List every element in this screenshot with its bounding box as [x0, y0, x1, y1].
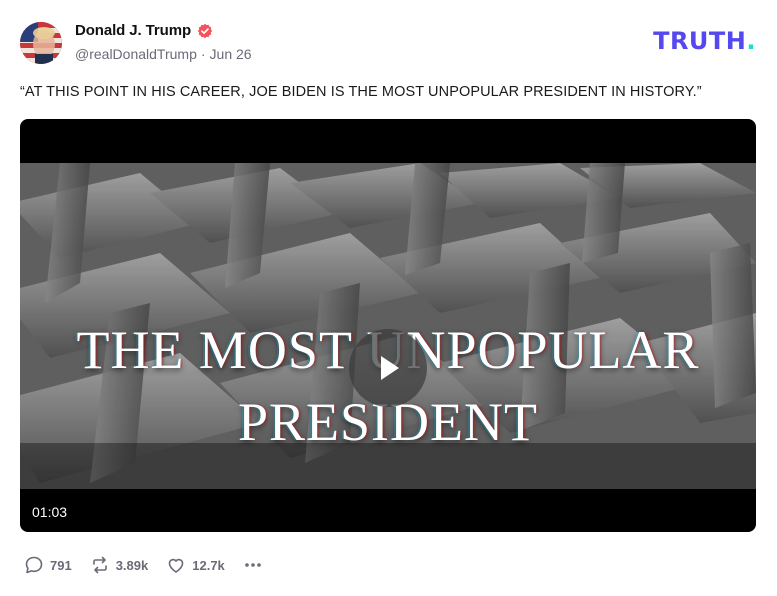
- play-button[interactable]: [349, 329, 427, 407]
- like-button[interactable]: 12.7k: [166, 555, 225, 575]
- truth-post: Donald J. Trump @realDonaldTrump · Jun 26 …: [0, 0, 777, 596]
- video-thumbnail: THE MOST UNPOPULAR PRESIDENT: [20, 163, 756, 489]
- author-display-name[interactable]: Donald J. Trump: [75, 22, 191, 39]
- more-options-button[interactable]: [243, 555, 263, 575]
- reply-count: 791: [50, 557, 72, 573]
- verified-badge-icon: [197, 23, 213, 39]
- reply-button[interactable]: 791: [24, 555, 72, 575]
- avatar[interactable]: [20, 22, 62, 64]
- ellipsis-icon: [244, 563, 261, 567]
- author-meta: @realDonaldTrump · Jun 26: [75, 46, 252, 62]
- like-count: 12.7k: [192, 557, 225, 573]
- post-text: “AT THIS POINT IN HIS CAREER, JOE BIDEN …: [20, 84, 702, 100]
- brand-dot: .: [746, 27, 756, 55]
- play-icon: [381, 356, 399, 380]
- speech-bubble-icon: [25, 556, 43, 574]
- author-name-row: Donald J. Trump: [75, 22, 213, 39]
- brand-name: TRUTH: [653, 27, 747, 55]
- meta-separator: ·: [200, 46, 206, 62]
- repost-arrows-icon: [92, 556, 107, 574]
- video-duration: 01:03: [32, 504, 68, 520]
- author-handle[interactable]: @realDonaldTrump: [75, 46, 197, 62]
- heart-icon: [168, 558, 184, 573]
- retruth-count: 3.89k: [115, 557, 149, 573]
- truth-logo[interactable]: TRUTH.: [653, 29, 756, 53]
- post-date[interactable]: Jun 26: [210, 46, 252, 62]
- avatar-image: [20, 22, 62, 64]
- video-player[interactable]: THE MOST UNPOPULAR PRESIDENT 01:03: [20, 119, 756, 532]
- retruth-button[interactable]: 3.89k: [90, 555, 149, 575]
- post-actions: 791 3.89k 12.7k: [24, 554, 281, 576]
